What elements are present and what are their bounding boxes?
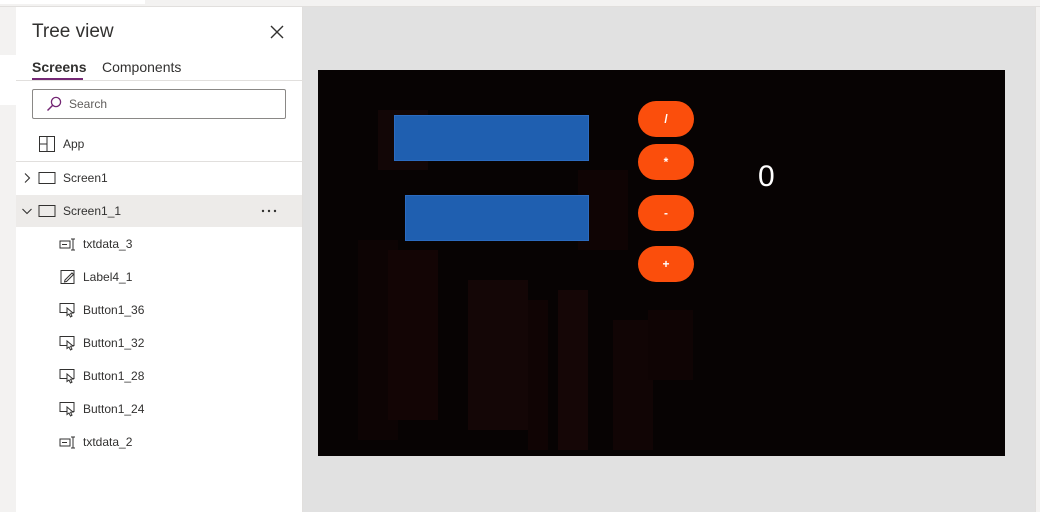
screen-icon [38, 172, 56, 184]
right-edge-panel [1035, 7, 1040, 512]
add-button[interactable]: + [638, 246, 694, 282]
tree-item-button1-28[interactable]: Button1_28 [16, 360, 302, 392]
button-icon [59, 303, 75, 318]
button-icon [59, 369, 75, 384]
button-icon [59, 336, 75, 351]
text-input-top[interactable] [394, 115, 589, 161]
tree-item-label: txtdata_3 [83, 237, 133, 251]
tree-item-txtdata-3[interactable]: txtdata_3 [16, 228, 302, 260]
tree-view-panel: Tree view Screens Components App Screen1 [16, 7, 303, 512]
text-input-bottom[interactable] [405, 195, 589, 241]
text-input-icon [59, 436, 75, 449]
tree-item-screen1-1[interactable]: Screen1_1 [16, 195, 302, 227]
tree-item-button1-24[interactable]: Button1_24 [16, 393, 302, 425]
left-rail [0, 7, 16, 512]
text-input-icon [59, 238, 75, 251]
tree-item-label: Screen1_1 [63, 204, 122, 218]
tree-item-txtdata-2[interactable]: txtdata_2 [16, 426, 302, 458]
tree-item-label: Button1_36 [83, 303, 145, 317]
close-icon[interactable] [268, 23, 286, 41]
left-rail-selected [0, 55, 16, 105]
search-input[interactable] [69, 94, 269, 114]
screen-icon [38, 205, 56, 217]
label-edit-icon [60, 270, 75, 284]
tree-item-label: Button1_28 [83, 369, 145, 383]
tree-item-button1-32[interactable]: Button1_32 [16, 327, 302, 359]
tree-item-label4-1[interactable]: Label4_1 [16, 261, 302, 293]
tree-item-label: App [63, 137, 85, 151]
search-box [32, 89, 286, 119]
tabs-divider [16, 80, 302, 81]
multiply-button[interactable]: * [638, 144, 694, 180]
tree-item-label: Button1_24 [83, 402, 145, 416]
subtract-button[interactable]: - [638, 195, 694, 231]
top-strip [0, 0, 1040, 7]
tree-item-button1-36[interactable]: Button1_36 [16, 294, 302, 326]
chevron-down-icon[interactable] [21, 205, 33, 217]
chevron-right-icon[interactable] [21, 172, 33, 184]
tree-item-label: txtdata_2 [83, 435, 133, 449]
tree-item-label: Label4_1 [83, 270, 133, 284]
app-canvas: / * - + 0 [318, 70, 1005, 456]
tab-screens[interactable]: Screens [32, 59, 86, 75]
app-layout-icon [39, 136, 55, 152]
top-tab-segment [0, 0, 145, 4]
tab-components[interactable]: Components [102, 59, 181, 75]
tree-item-app[interactable]: App [16, 128, 302, 160]
search-icon [46, 96, 62, 112]
button-icon [59, 402, 75, 417]
more-options-icon[interactable] [260, 208, 280, 214]
panel-title: Tree view [32, 21, 114, 42]
tree-item-screen1[interactable]: Screen1 [16, 162, 302, 194]
tree-item-label: Button1_32 [83, 336, 145, 350]
tree-item-label: Screen1 [63, 171, 108, 185]
divide-button[interactable]: / [638, 101, 694, 137]
result-label: 0 [758, 160, 775, 193]
